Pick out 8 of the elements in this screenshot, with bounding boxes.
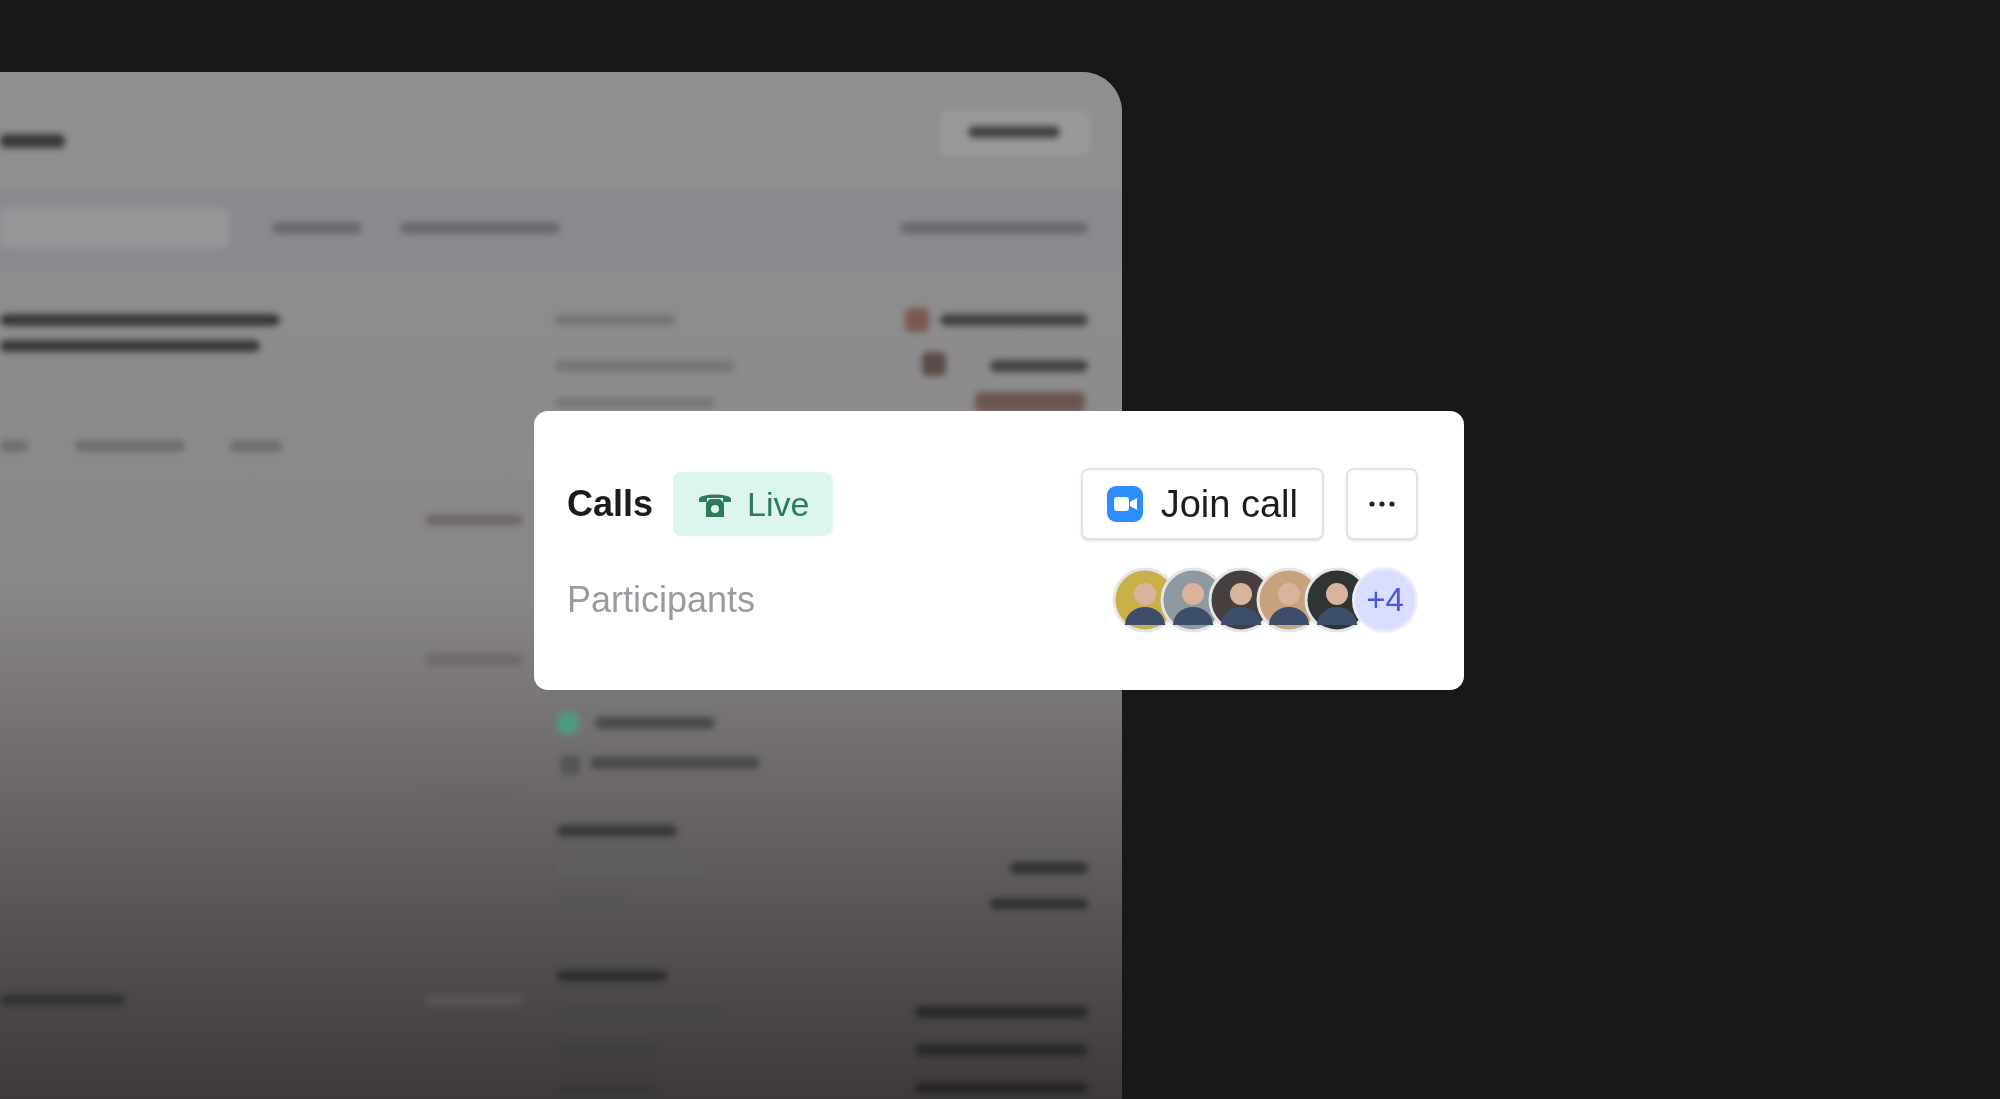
overflow-count: +4: [1352, 567, 1418, 633]
more-options-button[interactable]: [1346, 468, 1418, 540]
ellipsis-icon: [1369, 501, 1395, 507]
participants-label: Participants: [567, 578, 756, 622]
join-call-button[interactable]: Join call: [1080, 468, 1324, 540]
card-title: Calls: [567, 482, 654, 526]
live-badge: Live: [673, 472, 834, 536]
video-camera-icon: [1106, 486, 1143, 522]
